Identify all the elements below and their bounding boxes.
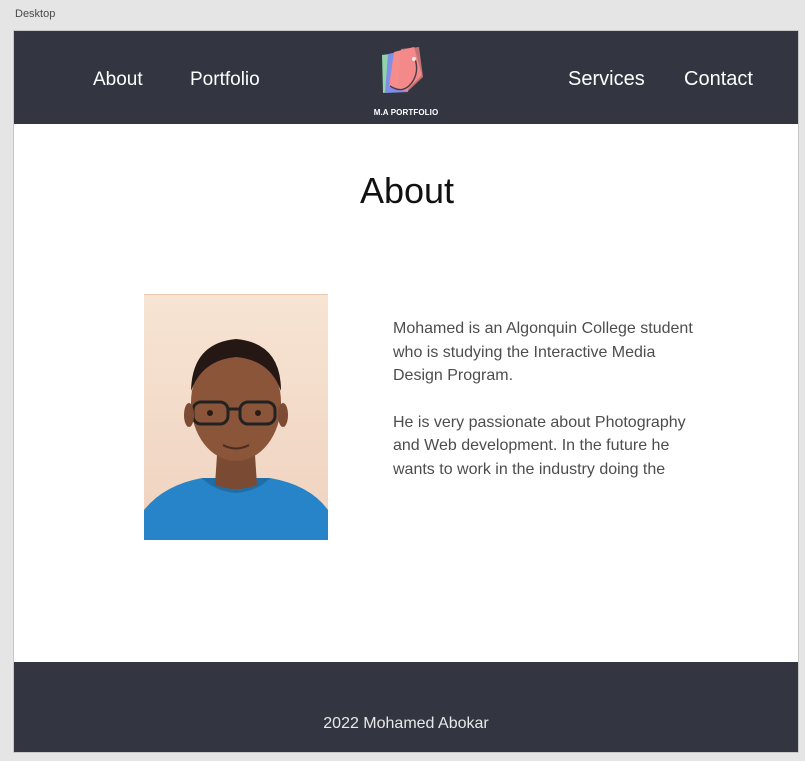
nav-link-about[interactable]: About [93,69,143,91]
profile-photo [144,294,328,540]
top-navigation: About Portfolio M.A PORTFOLIO Services C… [14,31,798,124]
artboard-label: Desktop [15,8,56,20]
page-title: About [359,170,455,211]
desktop-artboard: About Portfolio M.A PORTFOLIO Services C… [13,30,799,753]
footer-copyright: 2022 Mohamed Abokar [323,715,489,732]
page-footer: 2022 Mohamed Abokar [14,662,798,752]
about-bio: Mohamed is an Algonquin College student … [393,317,693,504]
bio-paragraph-2: He is very passionate about Photography … [393,413,686,478]
stacked-pages-logo-icon [382,47,423,93]
bio-paragraph-1: Mohamed is an Algonquin College student … [393,320,693,384]
nav-link-portfolio[interactable]: Portfolio [190,69,260,91]
nav-link-services[interactable]: Services [568,68,645,90]
logo-text: M.A PORTFOLIO [373,108,439,117]
person-portrait-icon [144,295,328,540]
portfolio-logo[interactable]: M.A PORTFOLIO [370,47,442,119]
nav-link-contact[interactable]: Contact [684,68,753,90]
